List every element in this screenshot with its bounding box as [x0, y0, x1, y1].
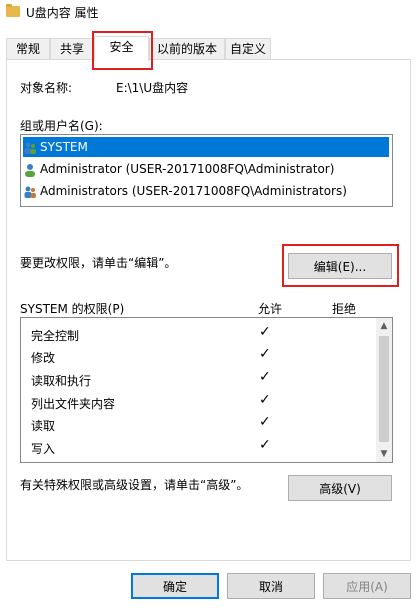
allow-check-icon: ✓: [259, 369, 271, 385]
user-icon: [23, 163, 37, 177]
permission-label: 修改: [31, 351, 56, 365]
user-name: Administrator (USER-20171008FQ\Administr…: [40, 162, 335, 176]
annotation-box-tab: [92, 31, 153, 70]
permissions-scrollbar[interactable]: ▲ ▼: [376, 318, 392, 462]
folder-icon: [6, 4, 20, 17]
advanced-button[interactable]: 高级(V): [288, 475, 392, 501]
user-group-icon: [23, 185, 37, 199]
tab-previous-versions[interactable]: 以前的版本: [149, 38, 225, 59]
groups-label: 组或用户名(G):: [20, 119, 103, 133]
permissions-list: 完全控制 ✓ 修改 ✓ 读取和执行 ✓ 列出文件夹内容 ✓ 读取 ✓ 写入 ✓ …: [20, 317, 393, 463]
users-listbox[interactable]: SYSTEM Administrator (USER-20171008FQ\Ad…: [20, 134, 393, 207]
tab-general[interactable]: 常规: [6, 38, 50, 59]
user-name: Administrators (USER-20171008FQ\Administ…: [40, 184, 347, 198]
list-item-administrators[interactable]: Administrators (USER-20171008FQ\Administ…: [23, 181, 347, 201]
allow-check-icon: ✓: [259, 392, 271, 408]
ok-button[interactable]: 确定: [131, 573, 219, 599]
user-group-icon: [23, 141, 37, 155]
allow-check-icon: ✓: [259, 324, 271, 340]
scroll-thumb[interactable]: [379, 336, 389, 442]
tab-sharing[interactable]: 共享: [50, 38, 94, 59]
permission-label: 完全控制: [31, 329, 80, 343]
edit-hint: 要更改权限，请单击“编辑”。: [20, 256, 177, 270]
allow-check-icon: ✓: [259, 346, 271, 362]
permission-label: 列出文件夹内容: [31, 397, 116, 411]
advanced-hint: 有关特殊权限或高级设置，请单击“高级”。: [20, 478, 249, 492]
scroll-up-icon[interactable]: ▲: [376, 318, 392, 334]
object-name-value: E:\1\U盘内容: [116, 81, 189, 95]
scroll-down-icon[interactable]: ▼: [376, 446, 392, 462]
permissions-title: SYSTEM 的权限(P): [20, 302, 125, 316]
allow-check-icon: ✓: [259, 414, 271, 430]
permission-label: 读取和执行: [31, 374, 92, 388]
permission-label: 读取: [31, 419, 56, 433]
annotation-box-edit: [282, 244, 399, 287]
tab-customize[interactable]: 自定义: [225, 38, 271, 59]
list-item-administrator[interactable]: Administrator (USER-20171008FQ\Administr…: [23, 159, 334, 179]
object-name-label: 对象名称:: [20, 81, 73, 95]
permission-label: 写入: [31, 442, 56, 456]
allow-header: 允许: [258, 302, 283, 316]
cancel-button[interactable]: 取消: [227, 573, 315, 599]
tab-strip: 常规 共享 安全 以前的版本 自定义: [6, 36, 411, 61]
apply-button[interactable]: 应用(A): [323, 573, 411, 599]
user-name: SYSTEM: [40, 140, 88, 154]
allow-check-icon: ✓: [259, 437, 271, 453]
deny-header: 拒绝: [332, 302, 357, 316]
list-item-system[interactable]: SYSTEM: [23, 137, 389, 157]
window-title: U盘内容 属性: [26, 6, 99, 20]
title-bar: U盘内容 属性: [0, 0, 417, 28]
